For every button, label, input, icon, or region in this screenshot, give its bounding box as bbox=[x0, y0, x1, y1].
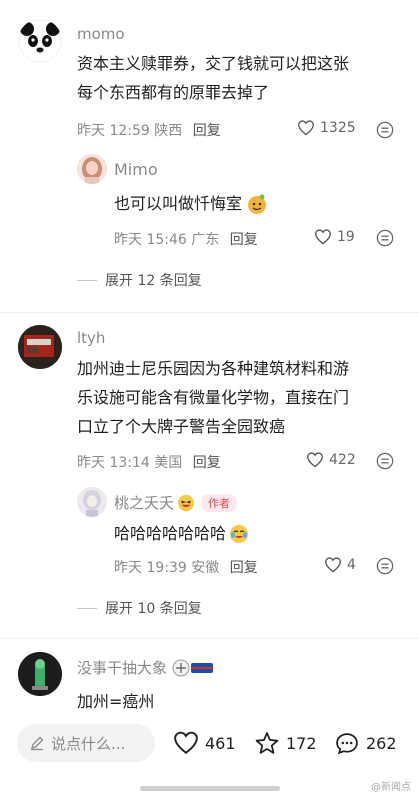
reply-username-text: 桃之夭夭 bbox=[114, 494, 175, 512]
badge-icon bbox=[172, 659, 214, 676]
favorite-post-button[interactable]: 172 bbox=[254, 731, 317, 756]
comment-username[interactable]: 没事干抽大象 bbox=[77, 657, 215, 678]
comment-post-button[interactable]: 262 bbox=[334, 731, 397, 756]
more-options-icon[interactable] bbox=[376, 229, 394, 247]
avatar-author[interactable] bbox=[77, 487, 107, 517]
comment-text: 加州迪士尼乐园因为各种建筑材料和游 乐设施可能含有微量化学物，直接在门 口立了个… bbox=[77, 354, 349, 441]
expand-label: 展开 12 条回复 bbox=[105, 273, 202, 289]
reply-meta: 昨天 19:39 安徽 回复 bbox=[114, 557, 258, 577]
section-divider bbox=[0, 312, 419, 313]
comment-time-location: 昨天 12:59 陕西 bbox=[77, 123, 183, 139]
avatar-panda[interactable] bbox=[18, 19, 62, 63]
like-button[interactable]: 422 bbox=[306, 452, 356, 468]
expand-replies-button[interactable]: 展开 12 条回复 bbox=[77, 270, 202, 290]
comment-bubble-icon bbox=[336, 733, 358, 755]
expand-divider bbox=[77, 607, 97, 609]
post-comment-count: 262 bbox=[366, 734, 397, 753]
reply-username[interactable]: 桃之夭夭 作者 bbox=[114, 492, 238, 513]
more-options-icon[interactable] bbox=[376, 121, 394, 139]
comment-text-line: 乐设施可能含有微量化学物，直接在门 bbox=[77, 388, 350, 407]
pencil-icon bbox=[31, 736, 44, 751]
like-count: 422 bbox=[329, 452, 356, 468]
bottom-action-bar: 说点什么... 461 172 262 bbox=[0, 713, 419, 773]
comment-meta: 昨天 13:14 美国 回复 bbox=[77, 452, 221, 472]
comment-text-line: 口立了个大牌子警告全园致癌 bbox=[77, 417, 286, 436]
comment-time-location: 昨天 13:14 美国 bbox=[77, 455, 183, 471]
reply-text-line: 也可以叫做忏悔室 bbox=[114, 194, 243, 213]
like-button[interactable]: 4 bbox=[324, 557, 356, 573]
emoji-icon bbox=[248, 194, 267, 214]
avatar-ltyh[interactable] bbox=[18, 325, 62, 369]
laughing-emoji-icon bbox=[177, 494, 195, 511]
reply-text-line: 哈哈哈哈哈哈哈 bbox=[114, 524, 227, 543]
comment-text-line: 资本主义赎罪券，交了钱就可以把这张 bbox=[77, 54, 350, 73]
post-like-count: 461 bbox=[205, 733, 236, 753]
home-indicator[interactable] bbox=[140, 786, 280, 791]
comment-username[interactable]: momo bbox=[77, 25, 125, 43]
watermark: @新闻点 bbox=[371, 782, 411, 793]
post-favorite-count: 172 bbox=[286, 734, 317, 753]
comment-username-text: 没事干抽大象 bbox=[77, 659, 168, 677]
comment-text-line: 加州=癌州 bbox=[77, 692, 155, 711]
comment-input-placeholder: 说点什么... bbox=[51, 734, 126, 753]
comment-text: 资本主义赎罪券，交了钱就可以把这张 每个东西都有的原罪去掉了 bbox=[77, 49, 349, 107]
reply-time-location: 昨天 19:39 安徽 bbox=[114, 560, 220, 576]
like-count: 4 bbox=[347, 557, 356, 573]
heart-icon bbox=[174, 731, 198, 754]
avatar-mimo[interactable] bbox=[77, 154, 107, 184]
reply-button[interactable]: 回复 bbox=[230, 560, 258, 576]
more-options-icon[interactable] bbox=[376, 452, 394, 470]
section-divider bbox=[0, 638, 419, 639]
heart-icon bbox=[325, 557, 341, 573]
author-badge: 作者 bbox=[201, 493, 238, 512]
comment-text: 加州=癌州 bbox=[77, 687, 154, 716]
reply-username[interactable]: Mimo bbox=[114, 160, 158, 179]
like-count: 19 bbox=[337, 229, 355, 245]
comment-text-line: 加州迪士尼乐园因为各种建筑材料和游 bbox=[77, 359, 350, 378]
reply-meta: 昨天 15:46 广东 回复 bbox=[114, 229, 258, 249]
like-count: 1325 bbox=[320, 120, 356, 136]
expand-label: 展开 10 条回复 bbox=[105, 601, 202, 617]
reply-button[interactable]: 回复 bbox=[230, 232, 258, 248]
heart-icon bbox=[315, 229, 331, 245]
like-button[interactable]: 1325 bbox=[297, 120, 356, 136]
comment-text-line: 每个东西都有的原罪去掉了 bbox=[77, 83, 270, 102]
more-options-icon[interactable] bbox=[376, 557, 394, 575]
heart-icon bbox=[307, 452, 323, 468]
star-icon bbox=[255, 732, 279, 754]
comment-input[interactable]: 说点什么... bbox=[17, 724, 155, 762]
avatar-elephant[interactable] bbox=[18, 652, 62, 696]
like-post-button[interactable]: 461 bbox=[173, 731, 236, 755]
reply-button[interactable]: 回复 bbox=[193, 123, 221, 139]
reply-text: 哈哈哈哈哈哈哈 bbox=[114, 519, 249, 548]
crying-laugh-emoji-icon bbox=[230, 524, 249, 543]
expand-replies-button[interactable]: 展开 10 条回复 bbox=[77, 598, 202, 618]
expand-divider bbox=[77, 279, 97, 281]
like-button[interactable]: 19 bbox=[314, 229, 355, 245]
comment-username[interactable]: ltyh bbox=[77, 329, 105, 347]
comment-meta: 昨天 12:59 陕西 回复 bbox=[77, 120, 221, 140]
reply-time-location: 昨天 15:46 广东 bbox=[114, 232, 220, 248]
reply-button[interactable]: 回复 bbox=[193, 455, 221, 471]
reply-text: 也可以叫做忏悔室 bbox=[114, 189, 268, 218]
heart-icon bbox=[298, 120, 314, 136]
